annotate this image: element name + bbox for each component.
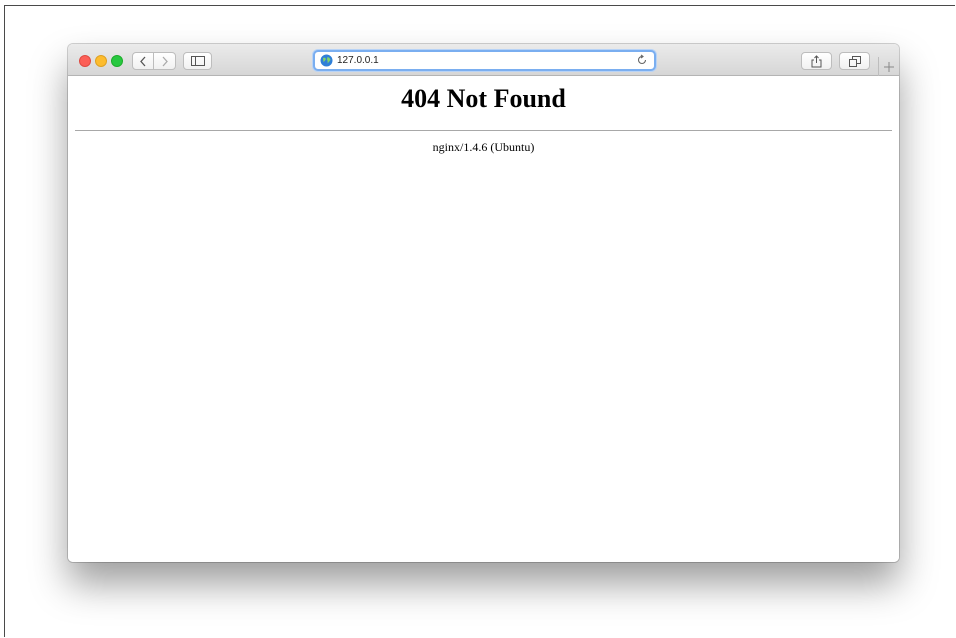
page-title: 404 Not Found	[401, 84, 566, 113]
show-tabs-button[interactable]	[839, 52, 870, 70]
forward-button[interactable]	[154, 52, 176, 70]
share-icon	[811, 54, 822, 67]
forward-icon	[162, 56, 168, 66]
globe-icon	[320, 54, 333, 67]
zoom-window-button[interactable]	[111, 55, 123, 67]
sidebar-toggle-button[interactable]	[183, 52, 212, 70]
plus-icon	[884, 61, 894, 72]
page-content: 404 Not Found nginx/1.4.6 (Ubuntu)	[68, 76, 899, 562]
browser-toolbar: 127.0.0.1	[68, 44, 899, 76]
horizontal-rule	[75, 130, 892, 131]
share-button[interactable]	[801, 52, 832, 70]
url-text: 127.0.0.1	[337, 55, 379, 66]
back-icon	[140, 56, 146, 66]
close-window-button[interactable]	[79, 55, 91, 67]
sidebar-icon	[190, 56, 205, 66]
address-bar[interactable]: 127.0.0.1	[313, 50, 656, 71]
server-info: nginx/1.4.6 (Ubuntu)	[432, 140, 535, 154]
back-button[interactable]	[132, 52, 154, 70]
reload-icon[interactable]	[636, 54, 648, 66]
new-tab-button[interactable]	[878, 57, 899, 76]
tabs-icon	[848, 55, 861, 67]
browser-window: 127.0.0.1 404 Not Found nginx/1.4.6 (Ubu…	[68, 44, 899, 562]
minimize-window-button[interactable]	[95, 55, 107, 67]
